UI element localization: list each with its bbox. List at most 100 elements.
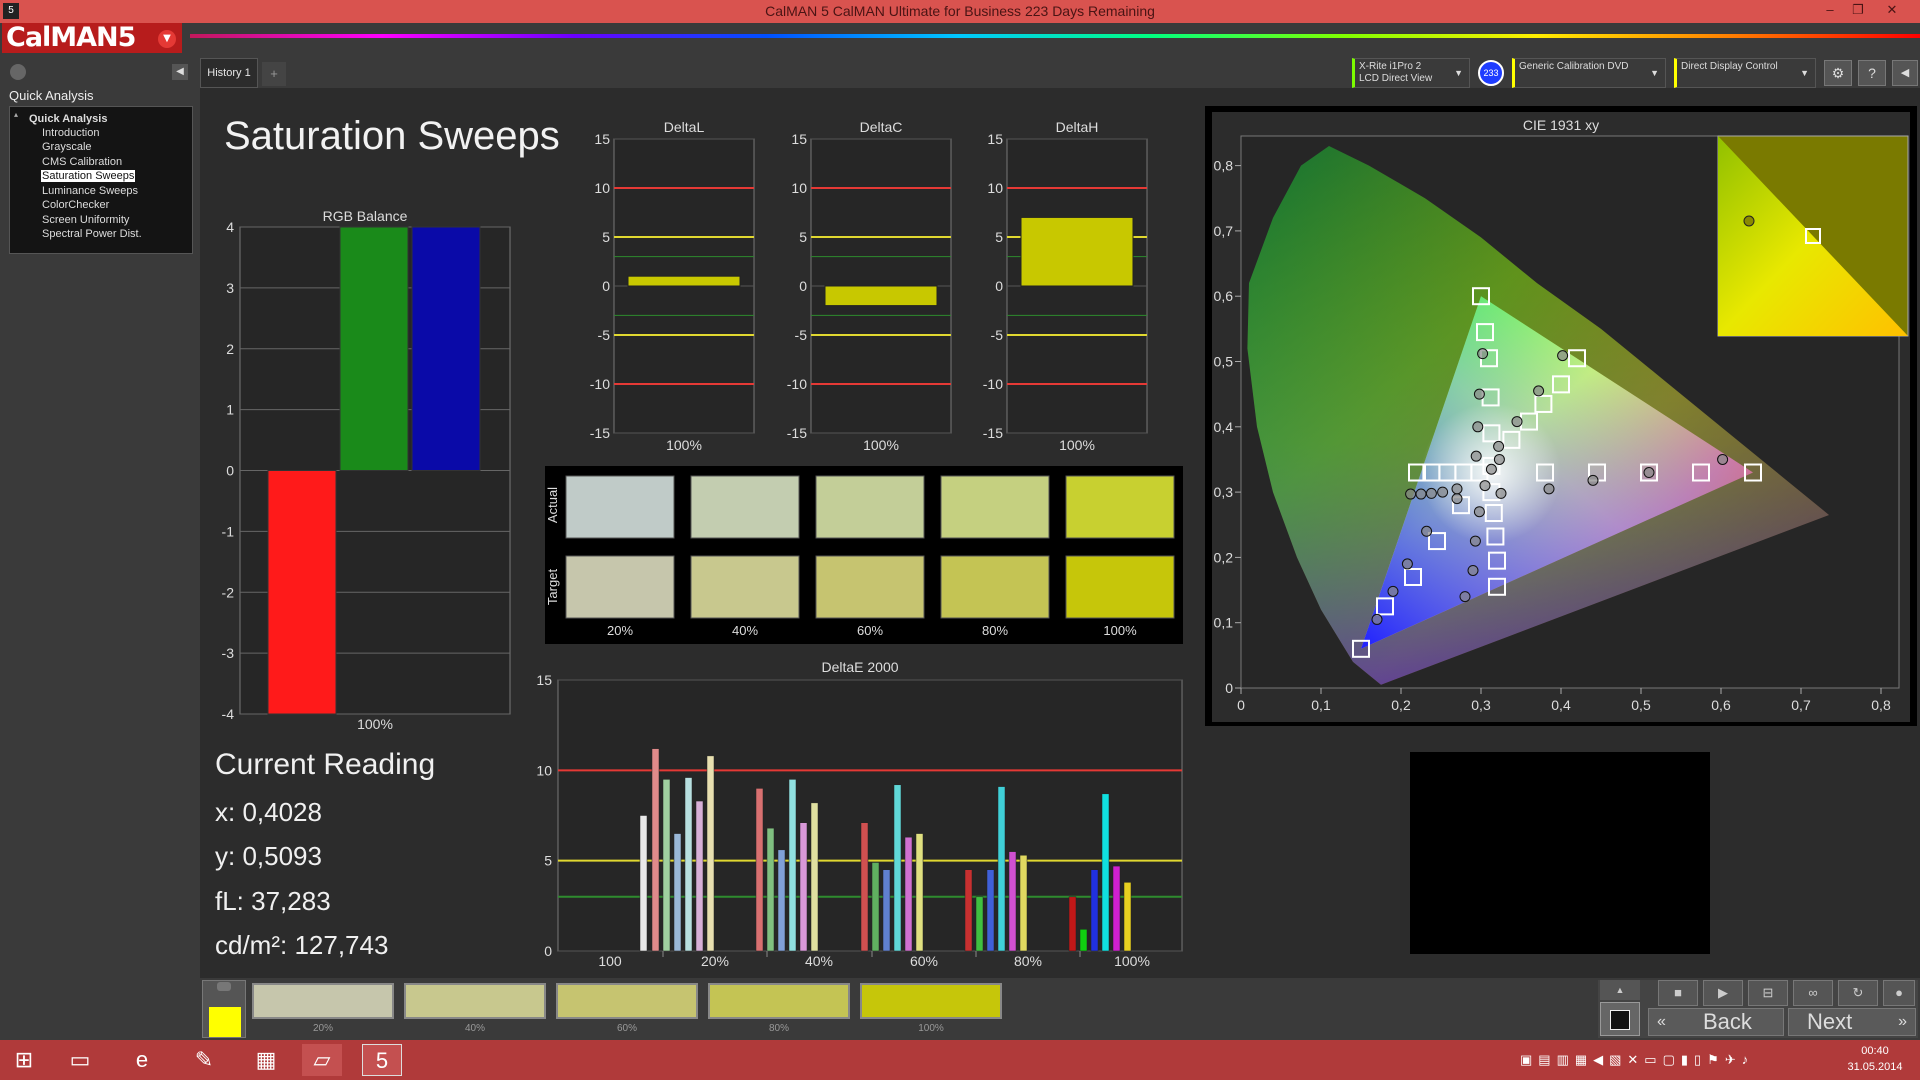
swatch-table: Actual Target 20% 40% 60% 80% 100% — [545, 466, 1183, 644]
notepad-icon[interactable]: ▱ — [302, 1044, 342, 1076]
cie-measured-point — [1472, 421, 1484, 433]
de-bar — [788, 779, 797, 952]
de-bar — [975, 896, 984, 952]
delta-ytick: -5 — [991, 327, 1004, 343]
stop-icon[interactable]: ■ — [1658, 980, 1698, 1006]
ytick-label: -1 — [222, 523, 235, 539]
next-button[interactable]: Next » — [1788, 1008, 1916, 1036]
pattern-swatch-80pct[interactable] — [708, 983, 850, 1019]
ytick-label: -3 — [222, 645, 235, 661]
circle-icon[interactable]: ● — [1883, 980, 1915, 1006]
deltae-title: DeltaE 2000 — [821, 659, 898, 675]
cie-measured-point — [1459, 591, 1471, 603]
ytick-label: 1 — [226, 402, 234, 418]
reading-x: x: 0,4028 — [215, 797, 322, 827]
delta-xlabel: 100% — [1059, 437, 1095, 453]
pattern-swatch-20pct[interactable] — [252, 983, 394, 1019]
swatch-actual — [690, 475, 800, 539]
tray-icons[interactable]: ▣▤▥▦◀▧✕▭▢▮▯⚑✈♪ — [1520, 1052, 1754, 1068]
delta-charts: DeltaL 15 10 5 0 -5 -10 -15 100% DeltaC 15 10 5 0 -5 -1… — [590, 119, 1148, 453]
de-ytick: 10 — [536, 762, 552, 778]
delta-ytick: 0 — [602, 278, 610, 294]
cie-ytick-label: 0,8 — [1214, 158, 1234, 174]
current-reading-heading: Current Reading — [215, 748, 436, 781]
rgb-bar-g — [339, 226, 409, 471]
cie-measured-point — [1405, 488, 1417, 500]
delta-title: DeltaL — [664, 119, 705, 135]
refresh-icon[interactable]: ↻ — [1838, 980, 1878, 1006]
delta-ytick: 15 — [791, 131, 807, 147]
back-button[interactable]: « Back — [1648, 1008, 1784, 1036]
ytick-label: 0 — [226, 463, 234, 479]
paint-icon[interactable]: ✎ — [184, 1044, 224, 1076]
de-bar — [1008, 851, 1017, 952]
pattern-swatch-100pct[interactable] — [860, 983, 1002, 1019]
clock-time[interactable]: 00:40 — [1840, 1045, 1910, 1057]
delta-bar — [1020, 216, 1134, 287]
cie-measured-point — [1477, 348, 1489, 360]
rgb-balance-xlabel: 100% — [357, 716, 393, 732]
cie-measured-point — [1371, 613, 1383, 625]
cie-ytick-label: 0,2 — [1214, 549, 1234, 565]
pattern-swatch-40pct[interactable] — [404, 983, 546, 1019]
start-icon[interactable]: ⊞ — [4, 1044, 44, 1076]
pattern-swatch-label: 40% — [464, 1023, 485, 1034]
delta-ytick: 5 — [995, 229, 1003, 245]
de-bar — [860, 822, 869, 952]
cie-measured-point — [1467, 564, 1479, 576]
swatch-actual — [565, 475, 675, 539]
up-arrow-icon[interactable]: ▲ — [1600, 980, 1640, 1000]
delta-ytick: 10 — [594, 180, 610, 196]
cie-ytick-label: 0 — [1225, 680, 1233, 696]
cie-xtick-label: 0,5 — [1631, 697, 1651, 713]
de-bar — [1019, 854, 1028, 952]
current-color-swatch — [209, 1007, 241, 1037]
pattern-swatch-label: 20% — [312, 1023, 333, 1034]
cie-measured-point — [1451, 483, 1463, 495]
delta-ytick: 0 — [995, 278, 1003, 294]
de-bar — [755, 788, 764, 952]
pattern-swatch-60pct[interactable] — [556, 983, 698, 1019]
file-explorer-icon[interactable]: ▭ — [60, 1044, 100, 1076]
meter-preview-window — [1410, 752, 1710, 954]
ytick-label: 2 — [226, 341, 234, 357]
de-bar — [1112, 865, 1121, 952]
reading-cdm2: cd/m²: 127,743 — [215, 930, 389, 960]
delta-ytick: -10 — [590, 376, 610, 392]
swatch-column-label: 80% — [982, 623, 1008, 638]
stop-toggle[interactable] — [1600, 1002, 1640, 1036]
de-xlabel: 100% — [1114, 953, 1150, 969]
delta-bar — [627, 275, 741, 287]
de-bar — [915, 833, 924, 952]
delta-ytick: 0 — [799, 278, 807, 294]
cie-measured-point — [1415, 488, 1427, 500]
cie-ytick-label: 0,4 — [1214, 419, 1234, 435]
loop-icon[interactable]: ∞ — [1793, 980, 1833, 1006]
delta-bar — [824, 285, 938, 307]
delta-ytick: 15 — [594, 131, 610, 147]
calman-taskbar-icon[interactable]: 5 — [362, 1044, 402, 1076]
cie-measured-point — [1421, 525, 1433, 537]
de-bar — [639, 815, 648, 952]
play-icon[interactable]: ▶ — [1703, 980, 1743, 1006]
current-color-panel[interactable] — [202, 980, 246, 1038]
cie-ytick-label: 0,3 — [1214, 484, 1234, 500]
rgb-balance-chart: RGB Balance 4 3 2 1 0 -1 -2 -3 -4 100% — [222, 208, 511, 732]
clock-date[interactable]: 31.05.2014 — [1840, 1061, 1910, 1073]
de-bar — [810, 802, 819, 952]
internet-explorer-icon[interactable]: e — [122, 1044, 162, 1076]
cie-measured-point — [1493, 453, 1505, 465]
record-icon[interactable]: ⊟ — [1748, 980, 1788, 1006]
ytick-label: -2 — [222, 584, 235, 600]
de-xlabel: 80% — [1014, 953, 1042, 969]
cie-xtick-label: 0,1 — [1311, 697, 1331, 713]
cie-measured-point — [1543, 483, 1555, 495]
swatch-target — [690, 555, 800, 619]
swatch-target — [815, 555, 925, 619]
de-bar — [1090, 869, 1099, 952]
de-bar — [1123, 882, 1132, 952]
swatch-target — [1065, 555, 1175, 619]
calculator-icon[interactable]: ▦ — [246, 1044, 286, 1076]
de-bar — [766, 827, 775, 952]
reading-y: y: 0,5093 — [215, 841, 322, 871]
